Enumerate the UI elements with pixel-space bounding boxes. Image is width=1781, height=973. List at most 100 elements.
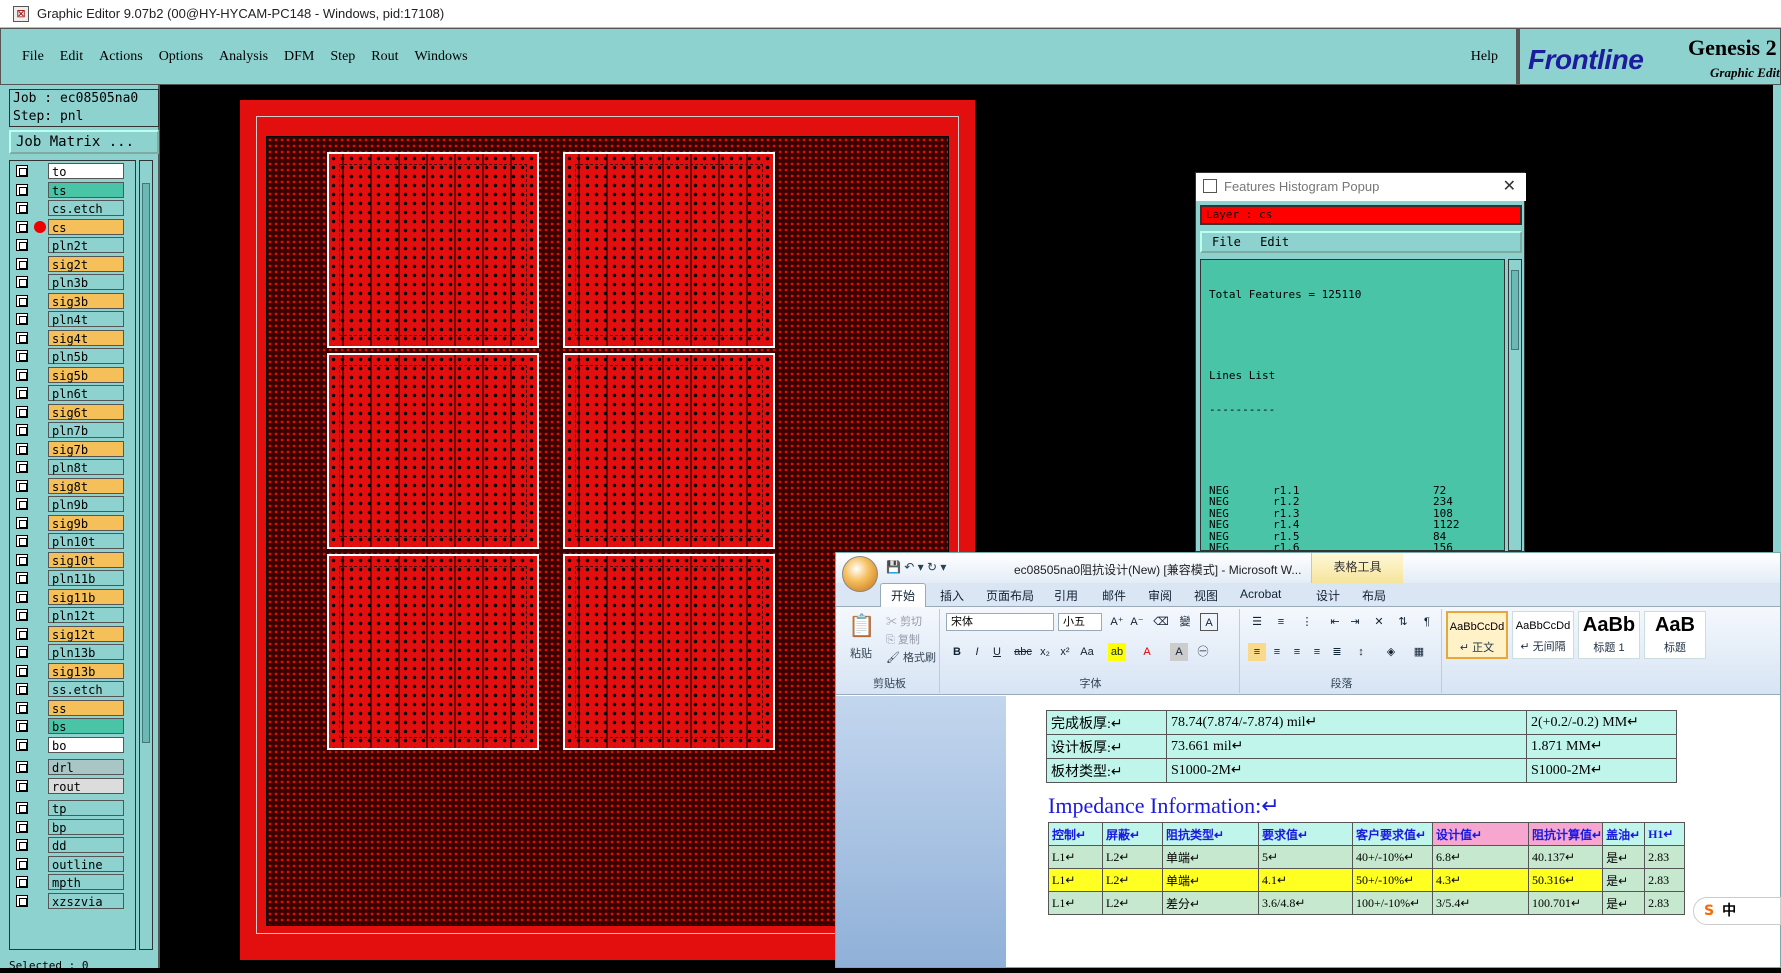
layer-name[interactable]: to [48, 163, 124, 179]
change-case-icon[interactable]: Aa [1078, 643, 1096, 661]
impedance-header-cell[interactable]: H1↵ [1644, 822, 1686, 846]
layer-checkbox[interactable] [16, 405, 28, 418]
menu-options[interactable]: Options [159, 49, 203, 65]
enclose-char-icon[interactable]: ㊀ [1194, 643, 1212, 661]
layer-name[interactable]: bs [48, 718, 124, 734]
layer-name[interactable]: bo [48, 736, 124, 753]
char-border-icon[interactable]: A [1200, 613, 1218, 631]
layer-row[interactable]: pln2t [10, 237, 137, 253]
copy-button[interactable]: ⎘ 复制 [886, 631, 920, 647]
close-icon[interactable]: ✕ [1503, 173, 1516, 201]
layer-row[interactable]: sig2t [10, 255, 137, 272]
layer-checkbox[interactable] [16, 442, 28, 455]
impedance-header-cell[interactable]: 阻抗计算值↵ [1527, 822, 1604, 846]
phonetic-icon[interactable]: 變 [1176, 613, 1194, 631]
layer-row[interactable]: pln4t [10, 311, 137, 327]
style-title[interactable]: AaB 标题 [1644, 611, 1706, 659]
layer-row[interactable]: pln5b [10, 348, 137, 364]
layer-name[interactable]: pln11b [48, 570, 124, 586]
impedance-cell[interactable]: L1↵ [1048, 845, 1103, 869]
font-name-select[interactable]: 宋体 [946, 613, 1054, 631]
impedance-cell[interactable]: 50+/-10%↵ [1352, 868, 1433, 892]
layer-row[interactable]: sig9b [10, 514, 137, 531]
layer-name[interactable]: pln12t [48, 607, 124, 623]
layer-name[interactable]: drl [48, 759, 124, 775]
layer-row[interactable]: pln10t [10, 533, 137, 549]
layer-row[interactable]: rout [10, 777, 137, 794]
layer-row[interactable]: sig10t [10, 551, 137, 568]
layer-checkbox[interactable] [16, 220, 28, 233]
layer-checkbox[interactable] [16, 627, 28, 640]
distributed-icon[interactable]: ≣ [1328, 643, 1346, 661]
spec-cell[interactable]: 78.74(7.874/-7.874) mil↵ [1166, 710, 1527, 735]
impedance-cell[interactable]: 50.316↵ [1527, 868, 1604, 892]
align-right-icon[interactable]: ≡ [1288, 643, 1306, 661]
layer-row[interactable]: pln7b [10, 422, 137, 438]
layer-checkbox[interactable] [16, 424, 28, 436]
paste-button[interactable]: 粘贴 [850, 645, 872, 661]
layer-checkbox[interactable] [16, 313, 28, 325]
paste-icon[interactable]: 📋 [848, 613, 875, 639]
impedance-cell[interactable]: 100.701↵ [1527, 891, 1604, 915]
impedance-cell[interactable]: 100+/-10%↵ [1352, 891, 1433, 915]
layer-row[interactable]: mpth [10, 874, 137, 890]
spec-cell[interactable]: 73.661 mil↵ [1166, 734, 1527, 759]
layer-row[interactable]: sig11b [10, 588, 137, 605]
layer-row[interactable]: ss.etch [10, 681, 137, 697]
scroll-thumb[interactable] [142, 183, 150, 743]
impedance-cell[interactable]: 2.83 [1644, 891, 1686, 915]
layer-row[interactable]: pln13b [10, 644, 137, 660]
tab-page-layout[interactable]: 页面布局 [986, 587, 1034, 604]
layer-name[interactable]: ts [48, 181, 124, 198]
layer-name[interactable]: sig7b [48, 440, 124, 457]
quick-access-toolbar[interactable]: 💾 ↶ ▾ ↻ ▾ [886, 560, 946, 574]
layer-checkbox[interactable] [16, 276, 28, 288]
tab-mailings[interactable]: 邮件 [1102, 587, 1126, 604]
layer-checkbox[interactable] [16, 350, 28, 362]
numbering-icon[interactable]: ≡ [1272, 613, 1290, 631]
strikethrough-icon[interactable]: abc [1014, 643, 1032, 661]
layer-checkbox[interactable] [16, 820, 28, 833]
menu-help[interactable]: Help [1471, 49, 1498, 65]
layer-name[interactable]: sig5b [48, 366, 124, 383]
menu-edit[interactable]: Edit [60, 49, 83, 65]
layer-checkbox[interactable] [16, 498, 28, 510]
layer-checkbox[interactable] [16, 257, 28, 270]
job-matrix-button[interactable]: Job Matrix ... [9, 130, 159, 154]
impedance-cell[interactable]: 是↵ [1602, 891, 1646, 915]
char-shading-icon[interactable]: A [1170, 643, 1188, 661]
layer-checkbox[interactable] [16, 802, 28, 814]
increase-indent-icon[interactable]: ⇥ [1346, 613, 1364, 631]
shading-icon[interactable]: ◈ [1382, 643, 1400, 661]
layer-checkbox[interactable] [16, 294, 28, 307]
multilevel-list-icon[interactable]: ⋮ [1298, 613, 1316, 631]
layer-checkbox[interactable] [16, 646, 28, 658]
asian-layout-icon[interactable]: ✕ [1370, 613, 1388, 631]
layer-name[interactable]: xzszvia [48, 892, 124, 909]
italic-icon[interactable]: I [968, 643, 986, 661]
layer-name[interactable]: sig4t [48, 329, 124, 346]
layer-checkbox[interactable] [16, 183, 28, 196]
style-heading-1[interactable]: AaBb 标题 1 [1578, 611, 1640, 659]
layer-row[interactable]: sig6t [10, 403, 137, 420]
layer-row[interactable]: outline [10, 855, 137, 872]
spec-cell[interactable]: 1.871 MM↵ [1526, 734, 1677, 759]
impedance-header-cell[interactable]: 客户要求值↵ [1352, 822, 1433, 846]
layer-name[interactable]: pln3b [48, 274, 124, 290]
layer-name[interactable]: pln6t [48, 385, 124, 401]
bold-icon[interactable]: B [948, 643, 966, 661]
layer-name[interactable]: cs [48, 218, 124, 235]
ime-indicator[interactable]: S中 [1693, 897, 1781, 925]
layer-row[interactable]: ss [10, 699, 137, 716]
layer-checkbox[interactable] [16, 590, 28, 603]
layer-checkbox[interactable] [16, 165, 28, 177]
layer-checkbox[interactable] [16, 516, 28, 529]
tab-insert[interactable]: 插入 [940, 587, 964, 604]
layer-checkbox[interactable] [16, 894, 28, 907]
impedance-cell[interactable]: 3.6/4.8↵ [1258, 891, 1353, 915]
layer-row[interactable]: sig5b [10, 366, 137, 383]
popup-menu-file[interactable]: File [1212, 235, 1241, 249]
impedance-cell[interactable]: 4.3↵ [1432, 868, 1529, 892]
layer-row[interactable]: drl [10, 759, 137, 775]
bullets-icon[interactable]: ☰ [1248, 613, 1266, 631]
